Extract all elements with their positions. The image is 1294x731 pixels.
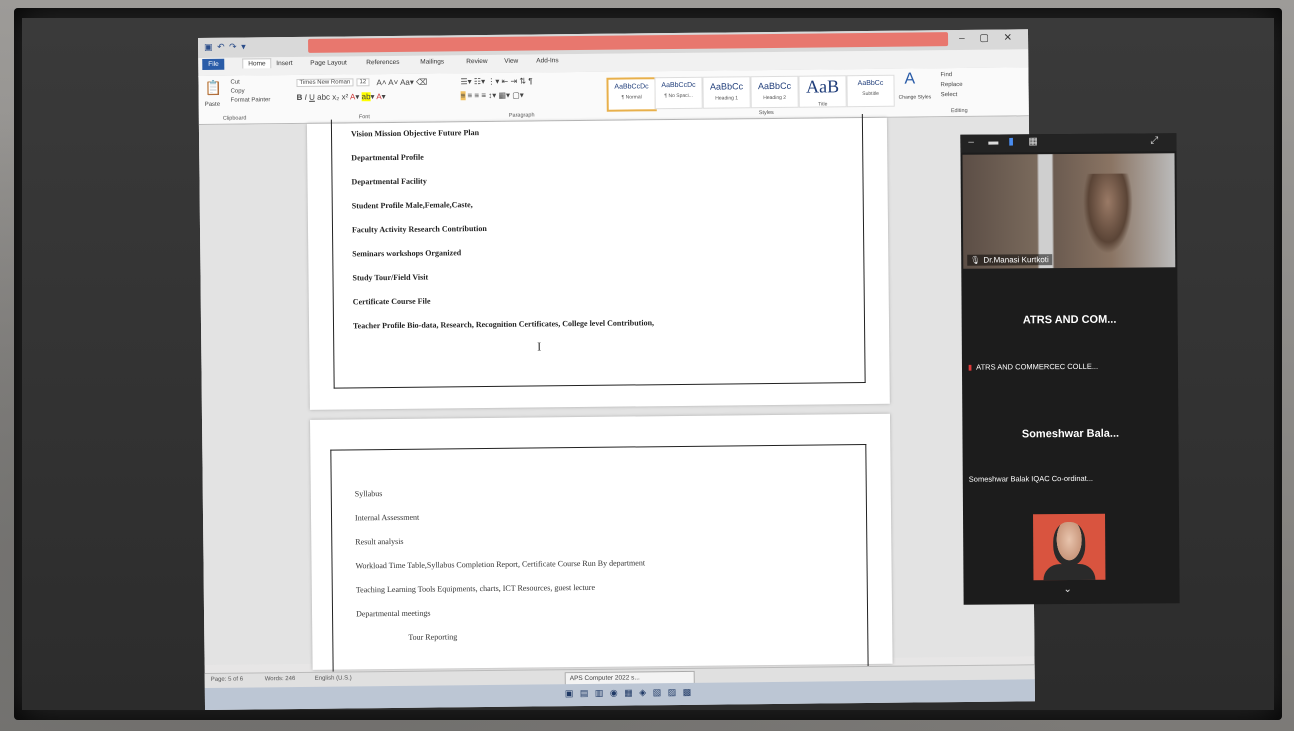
tab-mailings[interactable]: Mailings [420,58,444,65]
tab-page-layout[interactable]: Page Layout [310,59,347,66]
tab-review[interactable]: Review [466,58,487,65]
participant-video [1082,173,1134,254]
participant-name: Dr.Manasi Kurtkoti [983,255,1049,265]
document-page-2[interactable]: Syllabus Internal Assessment Result anal… [310,413,893,681]
doc-line: Student Profile Male,Female,Caste, [351,200,473,211]
style-sample: AaBbCc [709,81,744,92]
thumbnail-view-icon[interactable]: ▮ [1008,136,1014,147]
font-format-icons[interactable]: B I U abc x₂ x² A▾ ab▾ A▾ [297,92,386,102]
word-window: ▣ ↶ ↷ ▾ – ▢ ✕ File Home Insert Page Layo… [198,29,1035,710]
font-grow-shrink-icons[interactable]: A˄ A˅ Aa▾ ⌫ [376,78,427,88]
select-button[interactable]: Select [941,92,958,98]
gallery-view-icon[interactable]: ▦ [1028,136,1038,147]
minimize-icon[interactable]: – [968,137,974,148]
format-painter-button[interactable]: Format Painter [231,97,271,103]
style-name: ¶ Normal [621,94,642,101]
tab-home[interactable]: Home [242,58,272,69]
style-heading-1[interactable]: AaBbCc Heading 1 [702,76,751,109]
microphone-icon: 🎙 [970,255,981,265]
alignment-buttons[interactable]: ≡ ≡ ≡ ≡ ↕▾ ▦▾ ▢▾ [460,91,524,101]
style-subtitle[interactable]: AaBbCc Subtitle [846,74,895,108]
paste-button[interactable]: Paste [205,102,220,108]
doc-line: Departmental Profile [351,152,424,163]
participant-display-name: ATRS AND COM... [1022,313,1117,327]
editing-group-label: Editing [950,107,968,115]
style-sample: AaB [805,76,840,97]
tab-file[interactable]: File [202,58,225,70]
change-styles-button[interactable]: Change Styles [899,94,932,100]
change-styles-icon[interactable]: A [904,70,915,88]
chevron-down-icon[interactable]: ⌄ [1064,584,1072,595]
avatar-face [1053,521,1086,567]
document-area[interactable]: Vision Mission Objective Future Plan Dep… [198,114,1035,681]
style-name: Heading 1 [715,95,739,102]
copy-button[interactable]: Copy [231,89,245,95]
window-controls[interactable]: – ▢ ✕ [959,32,1018,44]
participant-tile[interactable]: ATRS AND COM... ▮ ATRS AND COMMERCEC COLL… [963,273,1176,384]
avatar-body [1043,563,1096,581]
title-bar-highlight [308,32,949,53]
doc-line: Tour Reporting [408,632,458,642]
clipboard-group-label: Clipboard [222,115,247,122]
style-heading-2[interactable]: AaBbCc Heading 2 [750,75,799,109]
style-sample: AaBbCcDc [614,83,649,91]
list-buttons[interactable]: ☰▾ ☷▾ ⋮▾ ⇤ ⇥ ⇅ ¶ [460,76,532,86]
style-sample: AaBbCcDc [661,81,696,90]
replace-button[interactable]: Replace [941,82,963,88]
paste-icon[interactable]: 📋 [204,80,222,97]
document-page-1[interactable]: Vision Mission Objective Future Plan Dep… [306,114,890,410]
font-size-select[interactable]: 12 [356,78,370,87]
doc-line: Syllabus [354,489,383,499]
style-normal[interactable]: AaBbCcDc ¶ Normal [606,77,657,112]
participant-name: ATRS AND COMMERCEC COLLE... [976,361,1099,372]
quick-access-toolbar[interactable]: ▣ ↶ ↷ ▾ [204,41,247,52]
tab-add-ins[interactable]: Add-Ins [536,57,558,64]
status-words[interactable]: Words: 246 [265,676,296,682]
doc-line: Seminars workshops Organized [352,248,462,259]
tab-references[interactable]: References [366,59,399,66]
tab-insert[interactable]: Insert [276,60,292,67]
text-cursor-icon: I [537,339,542,354]
microphone-muted-icon: ▮ [967,362,973,372]
style-name: Subtitle [862,90,879,98]
participant-video-tile[interactable]: 🎙 Dr.Manasi Kurtkoti [962,153,1176,269]
expand-icon[interactable]: ⤢ [1150,135,1158,146]
font-name-select[interactable]: Times New Roman [296,78,354,87]
tab-view[interactable]: View [504,58,518,65]
doc-line: Result analysis [355,536,404,547]
style-name: Title [818,101,828,108]
style-title[interactable]: AaB Title [798,75,847,108]
participant-display-name: Someshwar Bala... [1021,427,1120,441]
participant-name: Someshwar Balak IQAC Co-ordinat... [968,473,1094,484]
style-sample: AaBbCc [857,79,884,88]
doc-line: Certificate Course File [352,296,431,307]
doc-line: Departmental Facility [351,176,427,187]
taskbar-app-icons[interactable]: ▣ ▤ ▥ ◉ ▦ ◈ ▧ ▨ ▩ [565,687,693,699]
participant-name-tag: 🎙 Dr.Manasi Kurtkoti [967,254,1052,266]
participant-name-tag: ▮ ATRS AND COMMERCEC COLLE... [968,362,1098,372]
status-language[interactable]: English (U.S.) [315,675,352,681]
style-name: ¶ No Spaci... [664,92,693,100]
zoom-participants-panel: – ▬ ▮ ▦ ⤢ 🎙 Dr.Manasi Kurtkoti ATRS AND C… [960,133,1180,605]
participant-tile[interactable]: Someshwar Bala... Someshwar Balak IQAC C… [964,393,1177,504]
status-page[interactable]: Page: 5 of 6 [211,677,243,683]
style-name: Heading 2 [763,94,787,102]
style-no-spacing[interactable]: AaBbCcDc ¶ No Spaci... [654,76,703,110]
doc-line: Vision Mission Objective Future Plan [350,128,480,139]
zoom-panel-controls: – ▬ ▮ ▦ ⤢ [960,133,1177,153]
find-button[interactable]: Find [940,72,952,78]
speaker-view-icon[interactable]: ▬ [988,136,998,147]
style-sample: AaBbCc [757,80,792,92]
doc-line: Internal Assessment [354,512,420,523]
doc-line: Faculty Activity Research Contribution [351,223,487,235]
doc-line: Departmental meetings [355,608,431,619]
doc-line: Study Tour/Field Visit [352,272,429,283]
participant-avatar [1033,513,1106,581]
cut-button[interactable]: Cut [230,80,239,86]
